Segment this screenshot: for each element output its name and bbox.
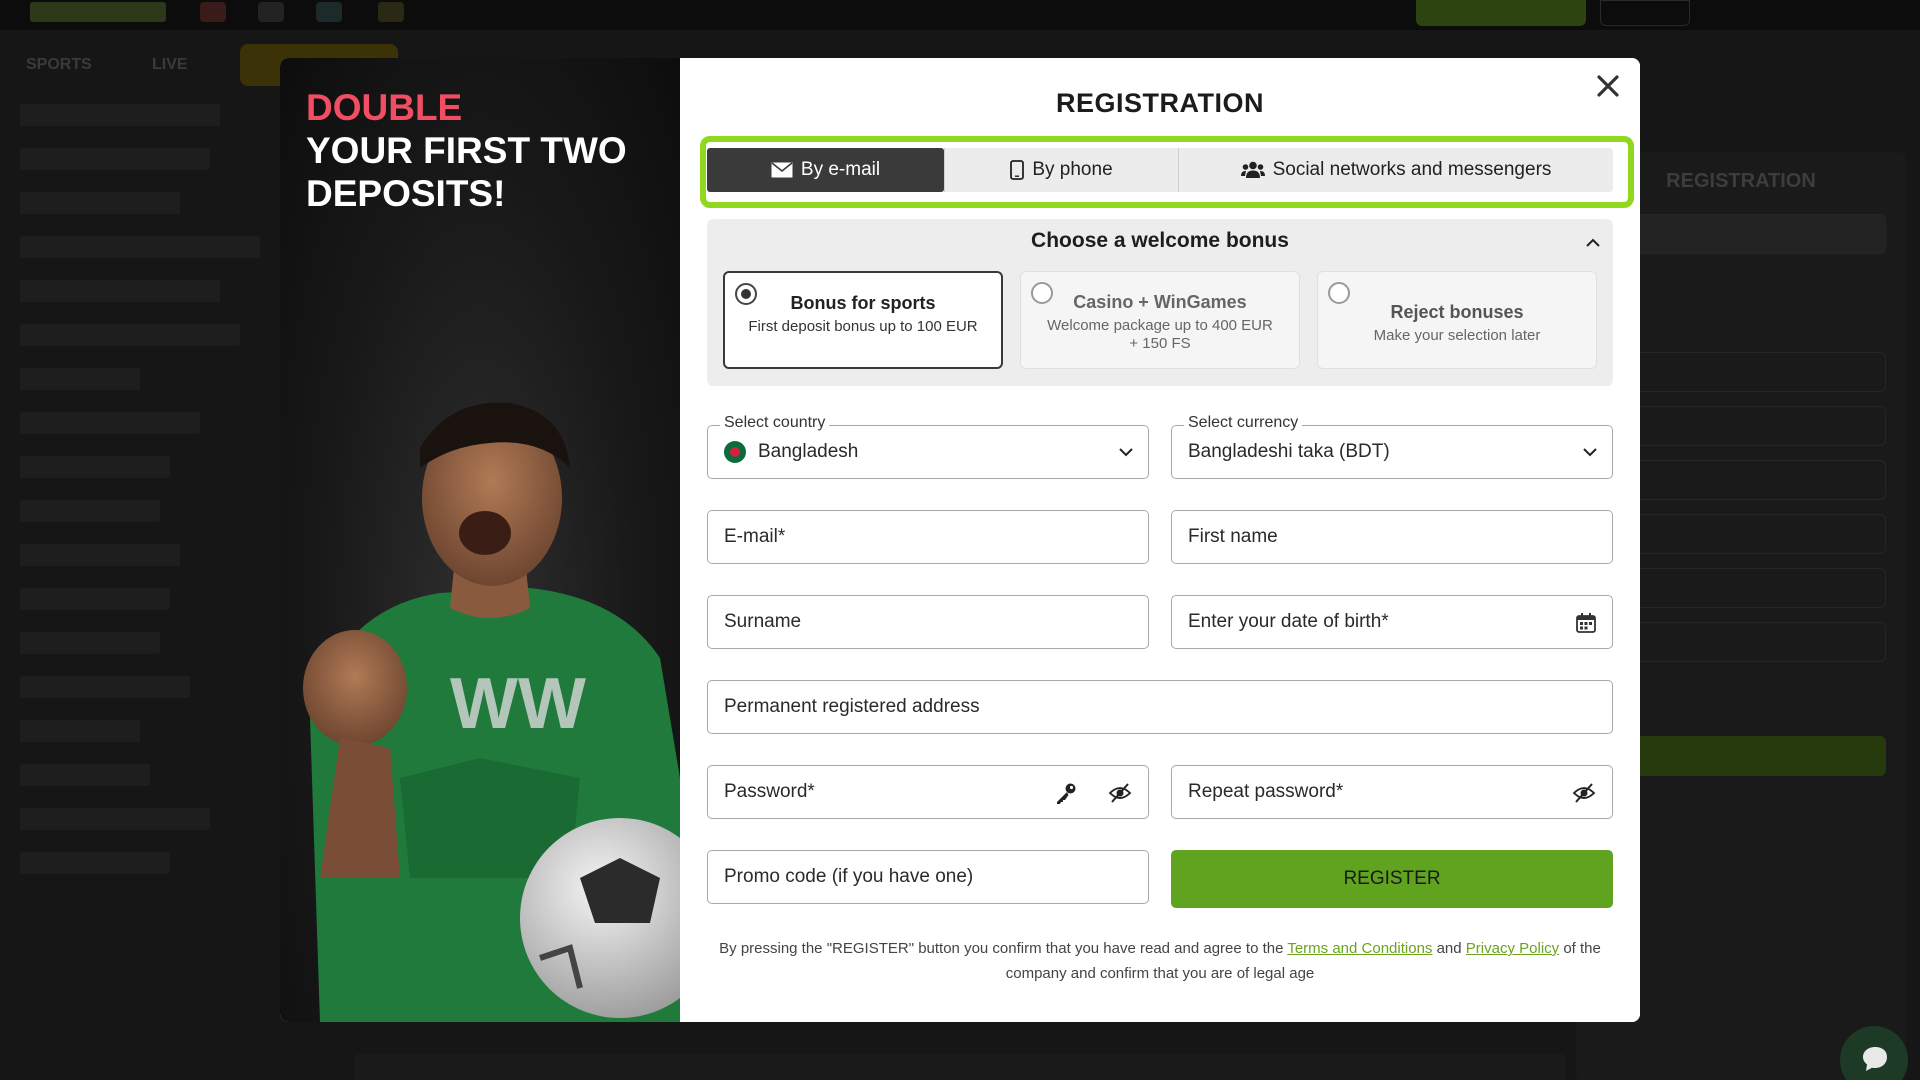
registration-form-panel: REGISTRATION By e-mail By phone Social n… <box>680 58 1640 1022</box>
promo-title: DOUBLE YOUR FIRST TWO DEPOSITS! <box>306 86 656 215</box>
calendar-icon[interactable] <box>1574 611 1598 635</box>
register-button[interactable]: REGISTER <box>1171 850 1613 908</box>
currency-select[interactable]: Select currency Bangladeshi taka (BDT) <box>1171 414 1613 479</box>
legal-text: By pressing the "REGISTER" button you co… <box>719 940 1288 957</box>
surname-field[interactable]: Surname <box>707 595 1149 649</box>
bonus-title: Casino + WinGames <box>1073 292 1247 312</box>
background-event-row <box>355 1054 1565 1080</box>
tab-label: By e-mail <box>800 159 881 180</box>
bangladesh-flag-icon <box>724 441 746 463</box>
chat-icon <box>1863 1047 1887 1071</box>
eye-slash-icon[interactable] <box>1572 781 1596 805</box>
first-name-placeholder: First name <box>1188 526 1278 547</box>
registration-method-tabs: By e-mail By phone Social networks and m… <box>707 148 1613 192</box>
privacy-policy-link[interactable]: Privacy Policy <box>1466 940 1559 957</box>
first-name-field[interactable]: First name <box>1171 510 1613 564</box>
email-field[interactable]: E-mail* <box>707 510 1149 564</box>
address-field[interactable]: Permanent registered address <box>707 680 1613 734</box>
repeat-password-placeholder: Repeat password* <box>1188 781 1344 802</box>
bonus-option-sports[interactable]: Bonus for sports First deposit bonus up … <box>723 271 1003 369</box>
country-value: Bangladesh <box>758 441 859 462</box>
welcome-bonus-section: Choose a welcome bonus Bonus for sports … <box>707 219 1613 386</box>
legal-notice: By pressing the "REGISTER" button you co… <box>707 936 1613 986</box>
promo-title-accent: DOUBLE <box>306 87 463 128</box>
legal-text: and <box>1432 940 1466 957</box>
repeat-password-field[interactable]: Repeat password* <box>1171 765 1613 819</box>
background-sidebar <box>10 104 280 1080</box>
nav-sports: SPORTS <box>26 56 92 73</box>
tab-by-email[interactable]: By e-mail <box>707 148 944 192</box>
site-logo <box>30 2 166 22</box>
tab-label: By phone <box>1032 159 1113 180</box>
welcome-bonus-heading: Choose a welcome bonus <box>1031 229 1289 252</box>
background-topbar <box>0 0 1920 30</box>
promo-title-rest: YOUR FIRST TWO DEPOSITS! <box>306 130 627 214</box>
email-placeholder: E-mail* <box>724 526 786 547</box>
promo-code-placeholder: Promo code (if you have one) <box>724 866 974 887</box>
radio-button[interactable] <box>1328 282 1350 304</box>
svg-text:WW: WW <box>450 664 586 744</box>
chevron-up-icon[interactable] <box>1585 235 1601 251</box>
bonus-subtitle: First deposit bonus up to 100 EUR <box>748 318 978 335</box>
android-icon <box>316 2 342 22</box>
currency-value: Bangladeshi taka (BDT) <box>1188 441 1390 462</box>
address-placeholder: Permanent registered address <box>724 696 980 717</box>
dob-placeholder: Enter your date of birth* <box>1188 611 1389 632</box>
promo-panel: DOUBLE YOUR FIRST TWO DEPOSITS! WW <box>280 58 680 1022</box>
flag-icon <box>200 2 226 22</box>
currency-label: Select currency <box>1184 414 1303 432</box>
bonus-option-reject[interactable]: Reject bonuses Make your selection later <box>1317 271 1597 369</box>
password-placeholder: Password* <box>724 781 815 802</box>
bonus-subtitle: Welcome package up to 400 EUR + 150 FS <box>1047 317 1273 352</box>
surname-placeholder: Surname <box>724 611 802 632</box>
nav-live: LIVE <box>152 56 188 73</box>
country-select[interactable]: Select country Bangladesh <box>707 414 1149 479</box>
phone-icon <box>1010 160 1025 180</box>
radio-button[interactable] <box>735 283 757 305</box>
bonus-title: Bonus for sports <box>790 293 936 313</box>
promo-code-field[interactable]: Promo code (if you have one) <box>707 850 1149 904</box>
key-icon[interactable] <box>1054 781 1078 805</box>
background-login-button <box>1600 0 1690 26</box>
bonus-option-casino[interactable]: Casino + WinGames Welcome package up to … <box>1020 271 1300 369</box>
tab-social-networks[interactable]: Social networks and messengers <box>1179 148 1613 192</box>
trophy-icon <box>378 2 404 22</box>
registration-modal: DOUBLE YOUR FIRST TWO DEPOSITS! WW REGIS… <box>280 58 1640 1022</box>
tab-label: Social networks and messengers <box>1272 159 1552 180</box>
password-field[interactable]: Password* <box>707 765 1149 819</box>
apple-icon <box>258 2 284 22</box>
radio-button[interactable] <box>1031 282 1053 304</box>
users-icon <box>1240 161 1265 178</box>
tab-by-phone[interactable]: By phone <box>945 148 1178 192</box>
country-label: Select country <box>720 414 830 432</box>
bonus-title: Reject bonuses <box>1390 302 1524 322</box>
bonus-subtitle: Make your selection later <box>1373 327 1541 344</box>
date-of-birth-field[interactable]: Enter your date of birth* <box>1171 595 1613 649</box>
football-player-image: WW <box>303 402 680 1022</box>
background-registration-button <box>1416 0 1586 26</box>
modal-title: REGISTRATION <box>1056 88 1264 118</box>
envelope-icon <box>771 162 793 178</box>
eye-slash-icon[interactable] <box>1108 781 1132 805</box>
chevron-down-icon <box>1583 448 1597 457</box>
chevron-down-icon <box>1119 448 1133 457</box>
terms-link[interactable]: Terms and Conditions <box>1287 940 1432 957</box>
